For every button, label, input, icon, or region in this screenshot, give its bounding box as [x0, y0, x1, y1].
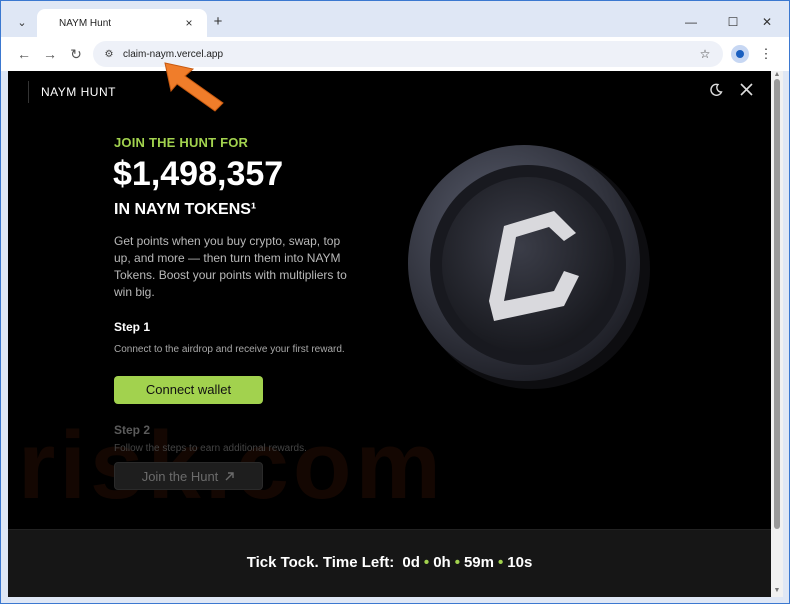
step1-title: Step 1 — [114, 320, 151, 334]
scrollbar[interactable]: ▲ ▼ — [771, 71, 783, 597]
bookmark-star-icon[interactable]: ☆ — [695, 47, 715, 61]
timer-days: 0d — [402, 554, 420, 571]
url-text[interactable]: claim-naym.vercel.app — [123, 49, 695, 60]
timer-minutes: 59m — [463, 554, 494, 571]
arrow-up-right-icon — [225, 471, 234, 480]
connect-wallet-button[interactable]: Connect wallet — [114, 376, 263, 404]
new-tab-button[interactable]: + — [209, 13, 227, 31]
countdown-timer: Tick Tock. Time Left: 0d • 0h • 59m • 10s — [246, 554, 533, 571]
timer-label: Tick Tock. Time Left: — [246, 554, 395, 571]
scroll-down-icon[interactable]: ▼ — [771, 587, 783, 595]
eyebrow-text: JOIN THE HUNT FOR — [114, 135, 249, 150]
timer-hours: 0h — [433, 554, 451, 571]
tab-title: NAYM Hunt — [59, 17, 112, 29]
prize-amount: $1,498,357 — [113, 155, 284, 193]
menu-kebab-icon[interactable]: ⋮ — [759, 45, 773, 63]
page-viewport: risk.com NAYM HUNT JOIN THE HUNT FOR $1,… — [8, 71, 771, 597]
forward-icon[interactable]: → — [41, 45, 59, 63]
profile-avatar-icon[interactable] — [731, 45, 749, 63]
browser-toolbar: ← → ↻ ⚙ claim-naym.vercel.app ☆ ⋮ — [1, 37, 789, 71]
tab-naym-hunt[interactable]: NAYM Hunt × — [37, 9, 207, 37]
site-header: NAYM HUNT — [28, 81, 116, 103]
annotation-arrow-icon — [164, 62, 224, 112]
step2-text: Follow the steps to earn additional rewa… — [114, 443, 307, 454]
timer-seconds: 10s — [507, 554, 533, 571]
brand-logo[interactable]: NAYM HUNT — [41, 85, 116, 99]
countdown-band: Tick Tock. Time Left: 0d • 0h • 59m • 10s — [8, 529, 771, 597]
tab-close-icon[interactable]: × — [181, 16, 197, 30]
x-icon[interactable] — [738, 83, 754, 99]
tokens-heading: IN NAYM TOKENS¹ — [114, 201, 257, 218]
tab-search-chevron-icon[interactable]: ⌄ — [11, 11, 33, 33]
maximize-button[interactable]: ☐ — [723, 13, 743, 31]
coin-logo-image — [408, 145, 650, 389]
browser-window: ⌄ NAYM Hunt × + — ☐ ✕ ← → ↻ ⚙ claim-naym… — [0, 0, 790, 604]
step2-title: Step 2 — [114, 423, 151, 437]
scroll-up-icon[interactable]: ▲ — [771, 71, 783, 79]
minimize-button[interactable]: — — [681, 13, 701, 31]
moon-icon[interactable] — [708, 83, 724, 99]
site-info-icon[interactable]: ⚙ — [101, 46, 117, 62]
step1-text: Connect to the airdrop and receive your … — [114, 344, 345, 355]
reload-icon[interactable]: ↻ — [67, 45, 85, 63]
join-hunt-label: Join the Hunt — [141, 468, 219, 484]
close-window-button[interactable]: ✕ — [757, 13, 777, 31]
tab-strip: ⌄ NAYM Hunt × + — ☐ ✕ — [1, 1, 789, 37]
scrollbar-thumb[interactable] — [774, 79, 780, 529]
join-hunt-button[interactable]: Join the Hunt — [114, 462, 263, 490]
back-icon[interactable]: ← — [15, 45, 33, 63]
description-text: Get points when you buy crypto, swap, to… — [114, 234, 347, 299]
